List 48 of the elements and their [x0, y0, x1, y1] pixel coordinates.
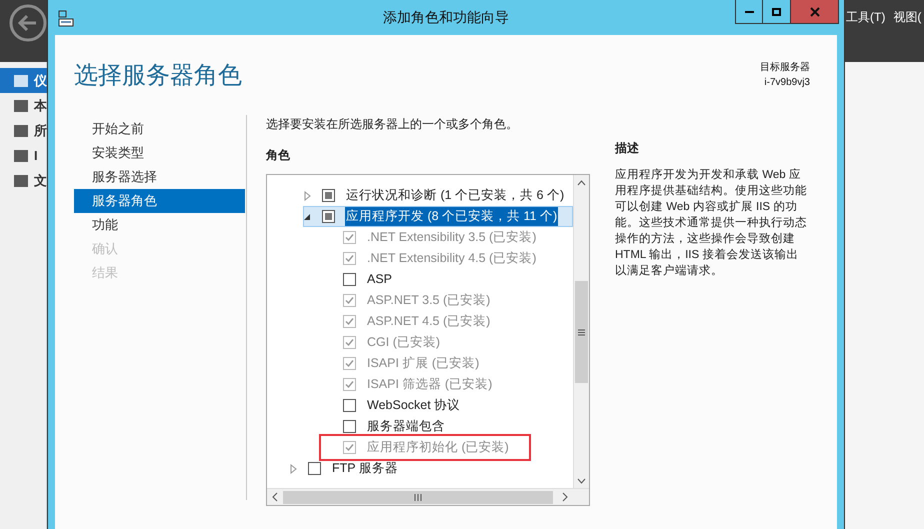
roles-heading: 角色 [266, 147, 291, 164]
checkbox[interactable] [343, 420, 356, 433]
close-icon [810, 6, 820, 16]
grip-icon [414, 494, 422, 500]
minimize-button[interactable] [735, 0, 763, 24]
checkbox[interactable] [343, 399, 356, 412]
description-heading: 描述 [615, 140, 640, 157]
role-item[interactable]: FTP 服务器 [331, 459, 399, 478]
sidebar-item[interactable]: 文 [0, 168, 47, 193]
grip-icon [578, 328, 585, 336]
window-title: 添加角色和功能向导 [383, 8, 509, 27]
role-item[interactable]: 应用程序开发 (8 个已安装，共 11 个) [345, 207, 558, 226]
server-icon [57, 10, 75, 28]
menu-item[interactable]: 工具(T) [846, 8, 886, 26]
back-icon[interactable] [8, 3, 48, 43]
sidebar-item[interactable]: I [0, 143, 47, 168]
role-item[interactable]: 服务器端包含 [366, 417, 446, 436]
step-item[interactable]: 服务器角色 [74, 189, 245, 213]
step-item[interactable]: 安装类型 [74, 141, 245, 165]
step-item[interactable]: 服务器选择 [74, 165, 245, 189]
instruction-text: 选择要安装在所选服务器上的一个或多个角色。 [266, 116, 519, 133]
description-text: 应用程序开发为开发和承载 Web 应用程序提供基础结构。使用这些功能可以创建 Web 内容或扩展 IIS 的功能。这些技术通常提供一种执行动态操作的方法，这些操作会导致创建 HTML 输出，IIS 接着会发送该输出以满足客户端请求。 [615, 167, 808, 279]
horizontal-scrollbar[interactable] [267, 488, 589, 505]
scroll-thumb[interactable] [575, 281, 588, 383]
expand-arrow-icon[interactable] [303, 190, 312, 200]
checkbox[interactable] [322, 189, 335, 202]
checkbox[interactable] [322, 210, 335, 223]
role-item[interactable]: ASP [366, 270, 394, 289]
checkbox[interactable] [308, 462, 321, 475]
expand-arrow-icon[interactable] [289, 464, 298, 474]
page-title: 选择服务器角色 [74, 61, 242, 91]
sidebar-item[interactable]: 本 [0, 93, 47, 118]
step-item[interactable]: 功能 [74, 213, 245, 237]
target-value: i-7v9b9vj3 [764, 76, 810, 90]
collapse-arrow-icon[interactable] [303, 212, 312, 222]
role-item[interactable]: 运行状况和诊断 (1 个已安装，共 6 个) [345, 186, 566, 205]
scroll-up-icon[interactable] [577, 180, 586, 186]
checkbox[interactable] [343, 273, 356, 286]
scroll-thumb[interactable] [283, 490, 553, 504]
vertical-scrollbar[interactable] [573, 175, 589, 488]
role-item[interactable]: WebSocket 协议 [366, 396, 462, 415]
close-button[interactable] [791, 0, 839, 24]
menu-item[interactable]: 视图( [893, 8, 922, 26]
sidebar-item[interactable]: 所 [0, 118, 47, 143]
target-label: 目标服务器 [760, 60, 810, 75]
scroll-down-icon[interactable] [577, 478, 586, 484]
step-item[interactable]: 开始之前 [74, 117, 245, 141]
sidebar-item[interactable]: 仪 [0, 68, 47, 93]
